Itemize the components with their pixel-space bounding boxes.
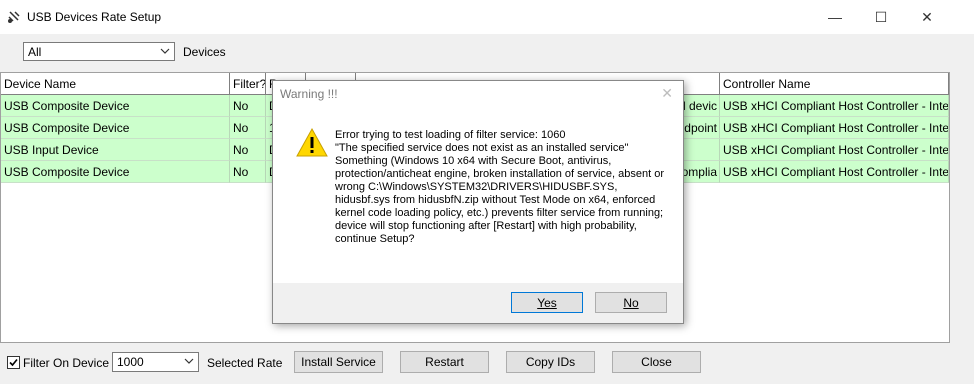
controller-name-cell: USB xHCI Compliant Host Controller - Int… bbox=[720, 161, 949, 183]
device-name-cell: USB Input Device bbox=[1, 139, 230, 161]
column-header-controller-name[interactable]: Controller Name bbox=[720, 73, 949, 95]
filter-cell: No bbox=[230, 139, 266, 161]
copy-ids-button[interactable]: Copy IDs bbox=[506, 351, 595, 373]
no-label: No bbox=[623, 295, 639, 310]
chevron-down-icon bbox=[160, 48, 170, 54]
vertical-scrollbar-area bbox=[950, 72, 974, 343]
title-bar: USB Devices Rate Setup — ☐ ✕ bbox=[0, 0, 974, 34]
close-button[interactable]: Close bbox=[612, 351, 701, 373]
window-title: USB Devices Rate Setup bbox=[27, 10, 162, 24]
checkmark-icon bbox=[9, 358, 18, 367]
restart-button[interactable]: Restart bbox=[400, 351, 489, 373]
device-name-cell: USB Composite Device bbox=[1, 117, 230, 139]
filter-on-device-label[interactable]: Filter On Device bbox=[23, 356, 109, 370]
selected-rate-label: Selected Rate bbox=[207, 356, 283, 370]
rate-select[interactable]: 1000 bbox=[112, 352, 199, 372]
usb-app-icon bbox=[8, 11, 20, 23]
filter-cell: No bbox=[230, 95, 266, 117]
no-button[interactable]: No bbox=[595, 292, 667, 313]
minimize-button[interactable]: — bbox=[812, 0, 858, 34]
dialog-title: Warning !!! bbox=[280, 87, 338, 101]
dialog-message: Error trying to test loading of filter s… bbox=[335, 129, 664, 245]
controller-name-cell: USB xHCI Compliant Host Controller - Int… bbox=[720, 139, 949, 161]
device-name-cell: USB Composite Device bbox=[1, 95, 230, 117]
chevron-down-icon bbox=[184, 358, 194, 364]
filter-cell: No bbox=[230, 117, 266, 139]
dialog-close-icon[interactable]: ✕ bbox=[661, 85, 673, 102]
column-header-device-name[interactable]: Device Name bbox=[1, 73, 230, 95]
filter-on-device-checkbox[interactable] bbox=[7, 356, 20, 369]
close-window-button[interactable]: ✕ bbox=[904, 0, 950, 34]
warning-dialog: Warning !!! ✕ Error trying to test loadi… bbox=[272, 80, 684, 324]
controller-name-cell: USB xHCI Compliant Host Controller - Int… bbox=[720, 95, 949, 117]
filter-cell: No bbox=[230, 161, 266, 183]
controller-name-cell: USB xHCI Compliant Host Controller - Int… bbox=[720, 117, 949, 139]
yes-button[interactable]: Yes bbox=[511, 292, 583, 313]
device-filter-select[interactable]: All bbox=[23, 42, 175, 61]
maximize-button[interactable]: ☐ bbox=[858, 0, 904, 34]
devices-label: Devices bbox=[183, 45, 226, 59]
rate-value: 1000 bbox=[117, 355, 144, 369]
column-header-filter[interactable]: Filter? bbox=[230, 73, 266, 95]
warning-icon bbox=[296, 127, 328, 157]
device-name-cell: USB Composite Device bbox=[1, 161, 230, 183]
device-filter-value: All bbox=[28, 45, 42, 59]
install-service-button[interactable]: Install Service bbox=[294, 351, 383, 373]
yes-label: Yes bbox=[537, 295, 557, 310]
dialog-footer: Yes No bbox=[273, 283, 683, 323]
